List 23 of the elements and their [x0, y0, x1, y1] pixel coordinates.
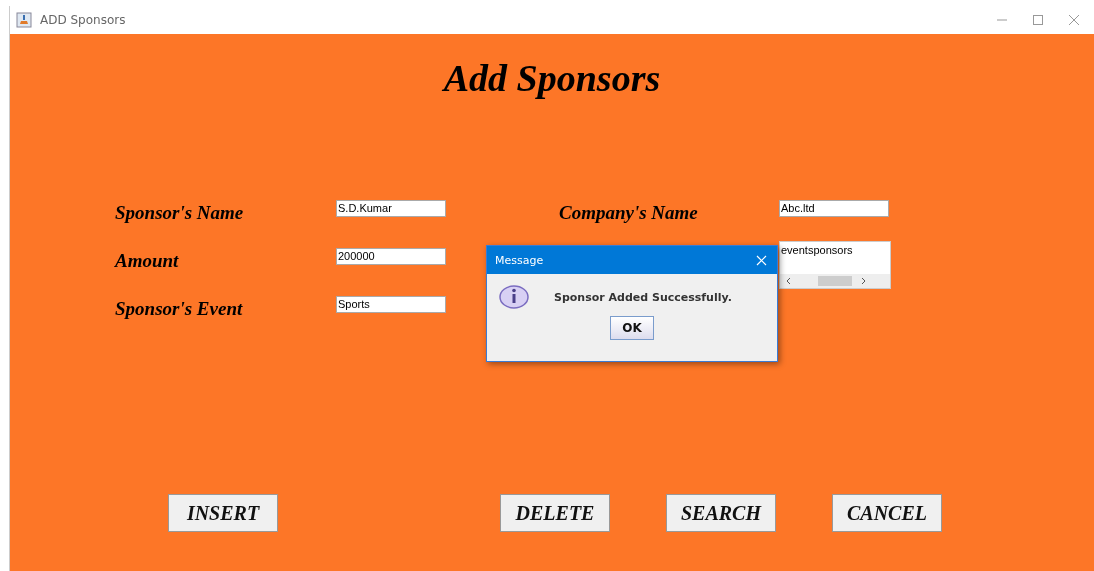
action-button[interactable]: DELETE	[500, 494, 610, 532]
action-button[interactable]: SEARCH	[666, 494, 776, 532]
window-title: ADD Sponsors	[40, 13, 126, 27]
dialog-title: Message	[495, 253, 544, 267]
text-area[interactable]: eventsponsors	[779, 241, 891, 289]
action-button[interactable]: CANCEL	[832, 494, 942, 532]
text-field[interactable]: Sports	[336, 296, 446, 313]
info-icon	[499, 284, 529, 310]
text-field[interactable]: S.D.Kumar	[336, 200, 446, 217]
form-heading: Add Sponsors	[441, 56, 662, 100]
field-label: Sponsor's Event	[115, 298, 244, 320]
close-icon[interactable]	[1068, 14, 1080, 26]
text-field[interactable]: 200000	[336, 248, 446, 265]
ok-button[interactable]: OK	[610, 316, 654, 340]
maximize-icon[interactable]	[1032, 14, 1044, 26]
text-field[interactable]: Abc.ltd	[779, 200, 889, 217]
horizontal-scrollbar[interactable]	[780, 274, 890, 288]
field-label: Company's Name	[559, 202, 699, 224]
action-button[interactable]: INSERT	[168, 494, 278, 532]
field-label: Amount	[115, 250, 180, 272]
field-label: Sponsor's Name	[115, 202, 245, 224]
app-icon	[16, 12, 32, 28]
dialog-message: Sponsor Added Successfully.	[554, 290, 732, 304]
